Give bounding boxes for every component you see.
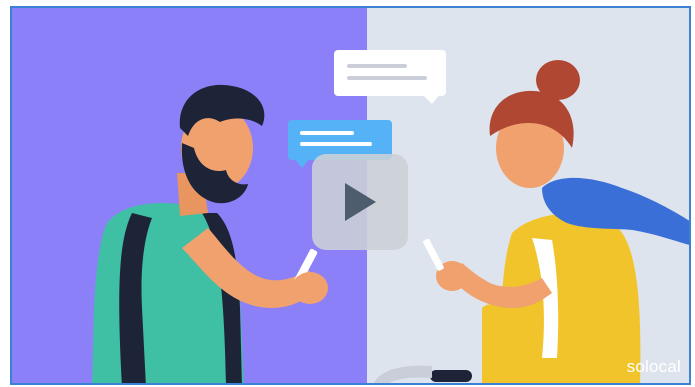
video-player[interactable]: solocal	[10, 6, 691, 385]
play-icon	[345, 183, 376, 221]
brand-logo: solocal	[626, 357, 681, 376]
white-chat-bubble	[334, 50, 446, 104]
play-button[interactable]	[312, 154, 408, 250]
